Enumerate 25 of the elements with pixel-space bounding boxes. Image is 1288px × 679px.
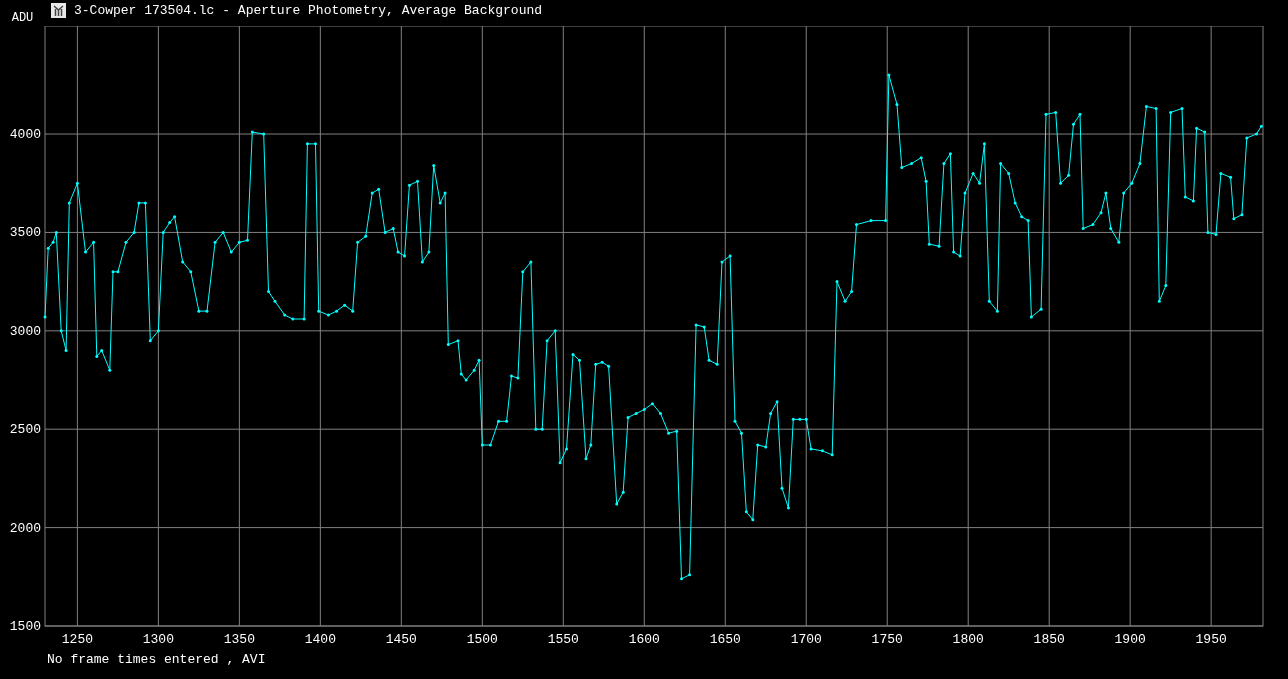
y-tick-label: 3500 [9,225,41,241]
x-tick-label: 1250 [61,632,93,647]
x-tick-label: 1750 [871,632,903,647]
x-tick-label: 1350 [223,632,255,647]
x-tick-label: 1500 [466,632,498,647]
y-tick-label: 4000 [9,127,41,143]
x-tick-label: 1400 [304,632,336,647]
x-tick-label: 1700 [790,632,822,647]
x-tick-label: 1450 [385,632,417,647]
x-tick-label: 1950 [1195,632,1227,647]
x-tick-label: 1300 [142,632,174,647]
x-tick-label: 1850 [1033,632,1065,647]
app-icon [51,3,66,18]
x-tick-label: 1800 [952,632,984,647]
y-axis-label: ADU [10,12,35,24]
x-tick-label: 1550 [547,632,579,647]
x-tick-label: 1900 [1114,632,1146,647]
y-tick-label: 1500 [9,619,41,634]
y-tick-label: 2000 [9,520,41,536]
window-title: 3-Cowper 173504.lc - Aperture Photometry, Average Background [74,4,543,17]
y-tick-label: 3000 [9,323,41,339]
status-text: No frame times entered , AVI [47,653,267,666]
x-tick-label: 1650 [709,632,741,647]
y-tick-label: 2500 [9,422,41,438]
x-tick-label: 1600 [628,632,660,647]
